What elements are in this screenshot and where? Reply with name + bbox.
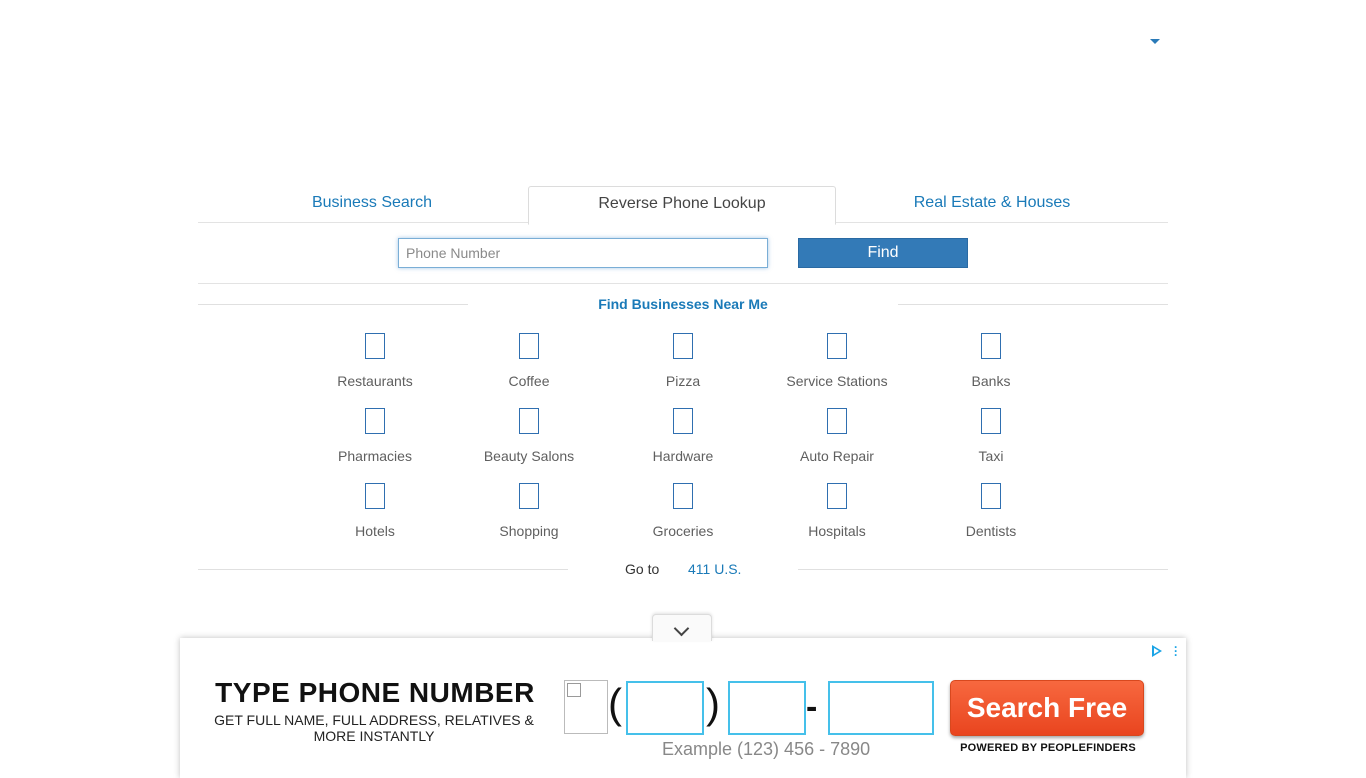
category-label: Groceries: [652, 523, 714, 539]
ad-search-free-button[interactable]: Search Free: [950, 680, 1144, 736]
phone-number-input[interactable]: [398, 238, 768, 268]
section-rule-left: [198, 304, 468, 305]
goto-411-link[interactable]: 411 U.S.: [688, 561, 741, 577]
section-rule-right: [898, 304, 1168, 305]
shopping-icon: [519, 483, 539, 509]
caret-down-icon[interactable]: [1150, 39, 1160, 44]
category-banks[interactable]: Banks: [916, 333, 1066, 389]
hotel-icon: [365, 483, 385, 509]
ad-powered-by: POWERED BY PEOPLEFINDERS: [960, 742, 1136, 754]
category-dentists[interactable]: Dentists: [916, 483, 1066, 539]
broken-image-icon: [564, 680, 608, 734]
bank-icon: [981, 333, 1001, 359]
ad-menu-icon[interactable]: · · ·: [1173, 641, 1179, 661]
ad-headline: TYPE PHONE NUMBER: [215, 677, 535, 708]
near-me-title: Find Businesses Near Me: [598, 296, 768, 312]
category-service-stations[interactable]: Service Stations: [762, 333, 912, 389]
goto-label: Go to: [625, 561, 660, 577]
category-label: Beauty Salons: [483, 448, 575, 464]
category-auto-repair[interactable]: Auto Repair: [762, 408, 912, 464]
goto-rule-right: [798, 569, 1168, 570]
category-hospitals[interactable]: Hospitals: [762, 483, 912, 539]
category-shopping[interactable]: Shopping: [454, 483, 604, 539]
category-label: Shopping: [499, 523, 559, 539]
category-label: Pharmacies: [338, 448, 412, 464]
tab-reverse-phone-lookup[interactable]: Reverse Phone Lookup: [528, 186, 836, 225]
category-label: Pizza: [665, 373, 701, 389]
category-label: Service Stations: [786, 373, 888, 389]
dentist-icon: [981, 483, 1001, 509]
ad-collapse-tab[interactable]: [652, 614, 712, 641]
category-label: Banks: [971, 373, 1011, 389]
category-beauty-salons[interactable]: Beauty Salons: [454, 408, 604, 464]
pharmacy-icon: [365, 408, 385, 434]
gas-station-icon: [827, 333, 847, 359]
ad-line-number-input[interactable]: [828, 681, 934, 735]
ad-area-code-input[interactable]: [626, 681, 704, 735]
groceries-icon: [673, 483, 693, 509]
restaurants-icon: [365, 333, 385, 359]
ad-subline: GET FULL NAME, FULL ADDRESS, RELATIVES &…: [214, 712, 534, 744]
tab-real-estate[interactable]: Real Estate & Houses: [838, 186, 1146, 222]
find-button[interactable]: Find: [798, 238, 968, 268]
hospital-icon: [827, 483, 847, 509]
category-label: Coffee: [508, 373, 550, 389]
ad-close-paren: ): [706, 680, 720, 727]
hardware-icon: [673, 408, 693, 434]
category-label: Restaurants: [337, 373, 413, 389]
search-divider: [198, 283, 1168, 284]
tab-business-search[interactable]: Business Search: [218, 186, 526, 222]
pizza-icon: [673, 333, 693, 359]
category-label: Auto Repair: [800, 448, 874, 464]
auto-repair-icon: [827, 408, 847, 434]
category-label: Hospitals: [808, 523, 866, 539]
category-hardware[interactable]: Hardware: [608, 408, 758, 464]
category-pharmacies[interactable]: Pharmacies: [300, 408, 450, 464]
category-pizza[interactable]: Pizza: [608, 333, 758, 389]
category-coffee[interactable]: Coffee: [454, 333, 604, 389]
beauty-salon-icon: [519, 408, 539, 434]
category-taxi[interactable]: Taxi: [916, 408, 1066, 464]
category-label: Taxi: [978, 448, 1004, 464]
category-label: Hotels: [355, 523, 395, 539]
chevron-down-icon: [673, 620, 690, 637]
coffee-icon: [519, 333, 539, 359]
adchoices-icon-inner: [1154, 648, 1159, 654]
category-groceries[interactable]: Groceries: [608, 483, 758, 539]
goto-rule-left: [198, 569, 568, 570]
category-label: Dentists: [965, 523, 1017, 539]
ad-prefix-input[interactable]: [728, 681, 806, 735]
category-restaurants[interactable]: Restaurants: [300, 333, 450, 389]
ad-example-text: Example (123) 456 - 7890: [662, 739, 871, 759]
ad-dash: -: [806, 688, 818, 726]
category-hotels[interactable]: Hotels: [300, 483, 450, 539]
category-label: Hardware: [652, 448, 714, 464]
ad-open-paren: (: [608, 680, 622, 727]
taxi-icon: [981, 408, 1001, 434]
